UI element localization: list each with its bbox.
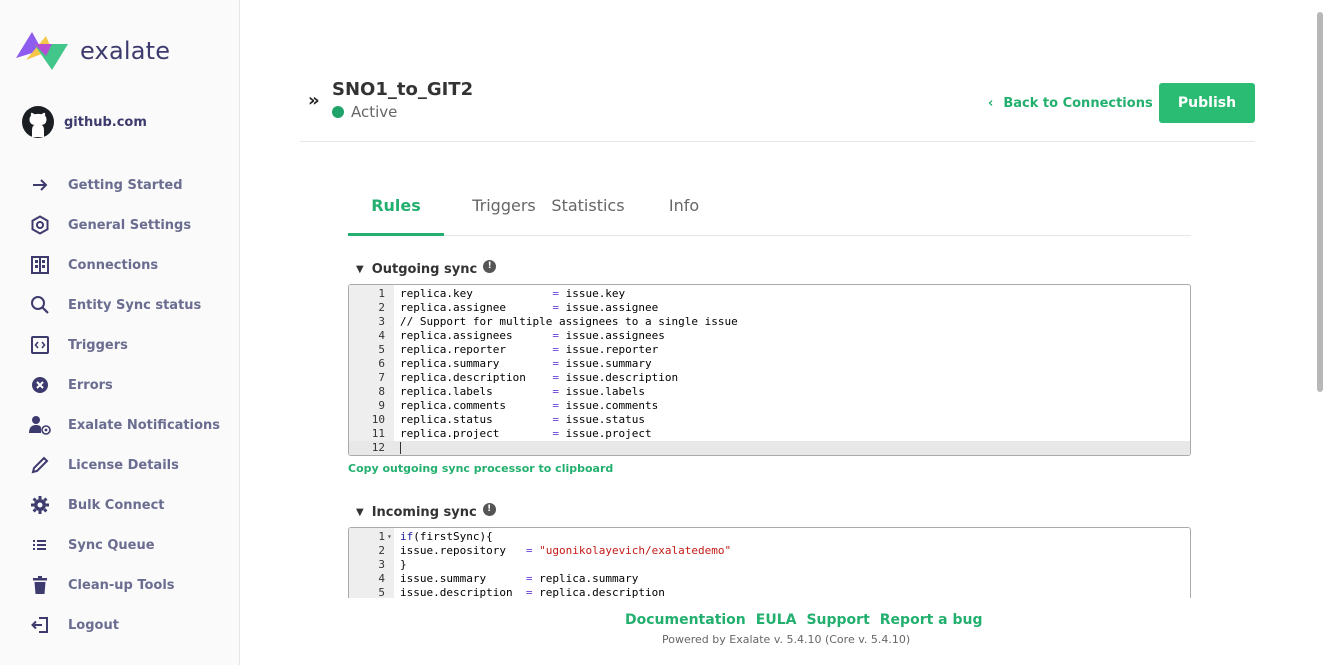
- code-line: 4 replica.assignees = issue.assignees: [378, 329, 665, 342]
- version-text: Powered by Exalate v. 5.4.10 (Core v. 5.…: [662, 633, 911, 646]
- sidebar-item-getting-started[interactable]: Getting Started: [28, 165, 220, 205]
- status-label: Active: [351, 103, 398, 121]
- code-line: 3// Support for multiple assignees to a …: [378, 315, 738, 328]
- sidebar-item-sync-queue[interactable]: Sync Queue: [28, 525, 220, 565]
- sidebar-item-clean-up-tools[interactable]: Clean-up Tools: [28, 565, 220, 605]
- outgoing-sync-title: Outgoing sync: [371, 262, 478, 277]
- instance-label: github.com: [64, 114, 147, 130]
- sidebar-item-exalate-notifications[interactable]: Exalate Notifications: [28, 405, 220, 445]
- status-badge: Active: [332, 103, 397, 121]
- exalate-logo-icon: [16, 32, 68, 70]
- tab-triggers[interactable]: Triggers: [454, 186, 554, 236]
- code-line: 3}: [378, 558, 407, 571]
- incoming-sync-title: Incoming sync: [371, 505, 477, 520]
- documentation-link[interactable]: Documentation: [625, 612, 746, 628]
- code-line: 4 issue.summary = replica.summary: [378, 572, 639, 585]
- code-line: 2 issue.repository = "ugonikolayevich/exa…: [378, 544, 732, 557]
- sidebar-item-label: Exalate Notifications: [68, 417, 221, 433]
- footer-links: Documentation EULA Support Report a bug: [625, 612, 983, 628]
- code-line: 5 issue.description = replica.description: [378, 586, 665, 598]
- instance-indicator: github.com: [22, 106, 147, 138]
- sidebar-item-connections[interactable]: Connections: [28, 245, 220, 285]
- sidebar-nav: Getting Started General Settings Connect…: [28, 165, 220, 645]
- sidebar-item-license-details[interactable]: License Details: [28, 445, 220, 485]
- sidebar-item-label: Errors: [68, 377, 113, 393]
- logout-icon: [28, 613, 52, 637]
- tab-bar: Rules Triggers Statistics Info: [348, 186, 1191, 236]
- page-title: SNO1_to_GIT2: [332, 79, 474, 100]
- search-icon: [28, 293, 52, 317]
- back-to-connections-link[interactable]: ‹ Back to Connections: [988, 96, 1153, 111]
- code-line-current[interactable]: 12: [349, 441, 1190, 455]
- outgoing-sync-toggle[interactable]: ▼ Outgoing sync !: [356, 260, 497, 277]
- sidebar-item-label: Clean-up Tools: [68, 577, 175, 593]
- exalate-logo[interactable]: exalate: [16, 30, 170, 72]
- list-icon: [28, 533, 52, 557]
- sidebar-item-bulk-connect[interactable]: Bulk Connect: [28, 485, 220, 525]
- info-icon[interactable]: !: [483, 260, 497, 273]
- sidebar-item-label: Logout: [68, 617, 119, 633]
- hexagon-settings-icon: [28, 213, 52, 237]
- back-link-label: Back to Connections: [1003, 96, 1153, 111]
- incoming-sync-editor[interactable]: 1 ▾ if(firstSync){ 2 issue.repository = "ug…: [348, 527, 1191, 598]
- page-scrollbar[interactable]: [1317, 12, 1323, 392]
- code-line: 1 replica.key = issue.key: [378, 287, 626, 300]
- code-line: 1 ▾ if(firstSync){: [378, 530, 493, 544]
- incoming-sync-toggle[interactable]: ▼ Incoming sync !: [356, 503, 496, 520]
- user-at-icon: [28, 413, 52, 437]
- text-cursor: [400, 442, 401, 454]
- sidebar-item-label: Getting Started: [68, 177, 183, 193]
- code-brackets-icon: [28, 333, 52, 357]
- status-dot-icon: [332, 106, 344, 118]
- brand-name: exalate: [80, 37, 171, 65]
- code-line: 2 replica.assignee = issue.assignee: [378, 301, 659, 314]
- sidebar-item-label: License Details: [68, 457, 179, 473]
- sidebar-item-label: Connections: [68, 257, 159, 273]
- copy-outgoing-processor-link[interactable]: Copy outgoing sync processor to clipboar…: [348, 462, 613, 475]
- gear-icon: [28, 493, 52, 517]
- github-icon: [22, 106, 54, 138]
- sidebar-item-errors[interactable]: Errors: [28, 365, 220, 405]
- tab-info[interactable]: Info: [664, 186, 704, 236]
- expand-sidebar-toggle[interactable]: »: [308, 90, 320, 111]
- connection-header: » SNO1_to_GIT2 Active ‹ Back to Connecti…: [300, 70, 1255, 142]
- sidebar: exalate github.com Getting Started Gener…: [0, 0, 240, 665]
- sidebar-item-logout[interactable]: Logout: [28, 605, 220, 645]
- tab-rules[interactable]: Rules: [348, 186, 444, 236]
- support-link[interactable]: Support: [806, 612, 869, 628]
- chevron-down-icon: ▼: [356, 264, 364, 275]
- code-line: 6 replica.summary = issue.summary: [378, 357, 652, 370]
- eula-link[interactable]: EULA: [756, 612, 797, 628]
- chevron-left-icon: ‹: [988, 96, 994, 111]
- arrow-right-icon: [28, 173, 52, 197]
- trash-icon: [28, 573, 52, 597]
- code-line: 5 replica.reporter = issue.reporter: [378, 343, 659, 356]
- sidebar-item-label: Entity Sync status: [68, 297, 202, 313]
- report-bug-link[interactable]: Report a bug: [880, 612, 983, 628]
- sidebar-item-general-settings[interactable]: General Settings: [28, 205, 220, 245]
- sidebar-item-label: Sync Queue: [68, 537, 155, 553]
- code-line: 7 replica.description = issue.description: [378, 371, 679, 384]
- publish-button[interactable]: Publish: [1159, 83, 1255, 123]
- code-line: 8 replica.labels = issue.labels: [378, 385, 646, 398]
- building-icon: [28, 253, 52, 277]
- error-x-icon: [28, 373, 52, 397]
- pencil-icon: [28, 453, 52, 477]
- code-line: 9 replica.comments = issue.comments: [378, 399, 659, 412]
- tab-statistics[interactable]: Statistics: [548, 186, 628, 236]
- info-icon[interactable]: !: [482, 503, 496, 516]
- fold-arrow-icon[interactable]: ▾: [387, 530, 392, 544]
- sidebar-item-label: Triggers: [68, 337, 128, 353]
- sidebar-item-triggers[interactable]: Triggers: [28, 325, 220, 365]
- sidebar-item-entity-sync-status[interactable]: Entity Sync status: [28, 285, 220, 325]
- chevron-down-icon: ▼: [356, 507, 364, 518]
- code-line: 10 replica.status = issue.status: [371, 413, 646, 426]
- sidebar-item-label: Bulk Connect: [68, 497, 165, 513]
- sidebar-item-label: General Settings: [68, 217, 192, 233]
- outgoing-sync-editor[interactable]: 1 replica.key = issue.key 2 replica.assign…: [348, 284, 1191, 456]
- code-line: 11 replica.project = issue.project: [371, 427, 652, 440]
